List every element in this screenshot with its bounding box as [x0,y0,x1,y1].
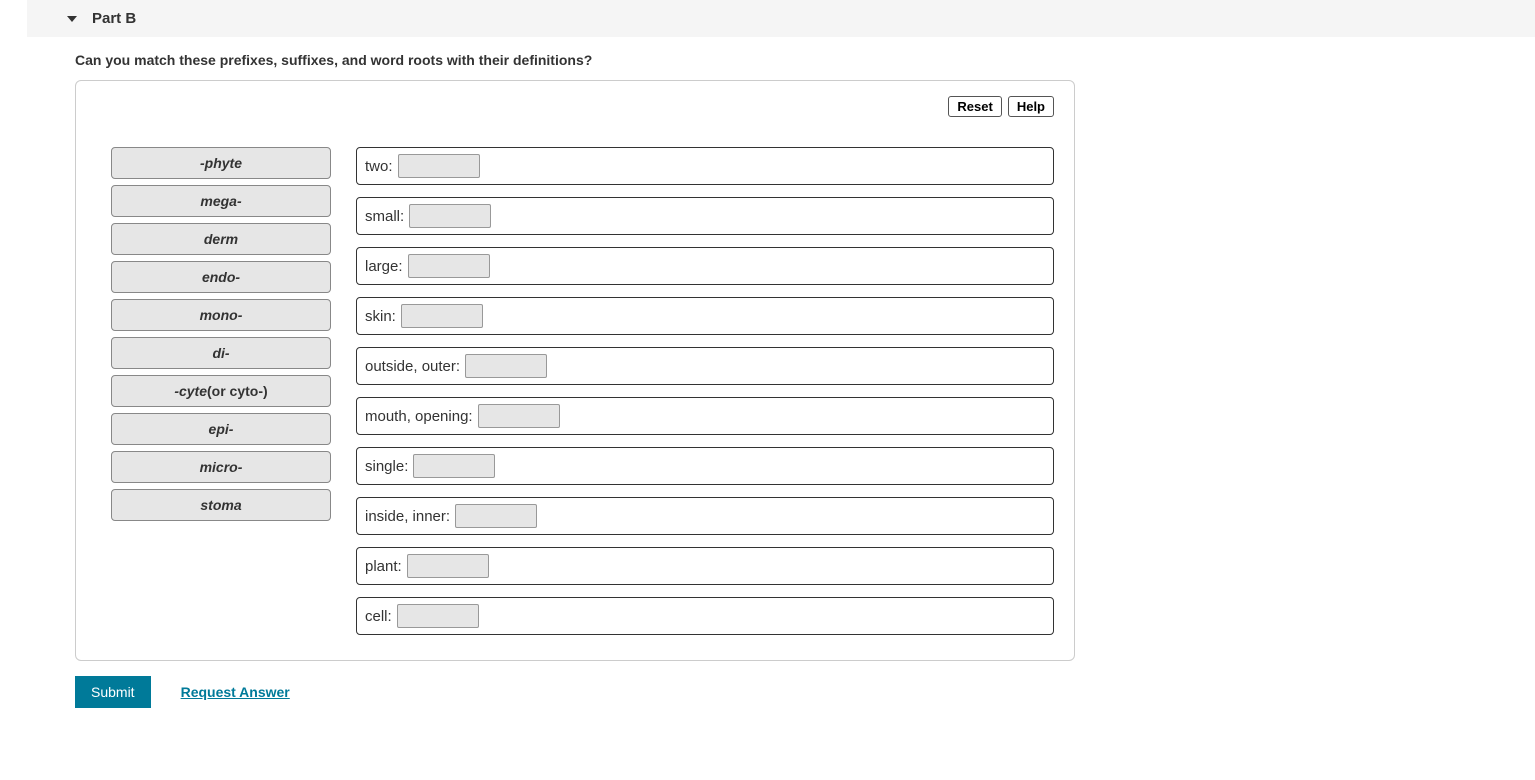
drop-slot[interactable] [409,204,491,228]
definitions-column: two: small: large: skin: outside, outer:… [356,147,1054,635]
term-label: derm [204,231,238,247]
definition-label: small: [365,208,404,225]
term-tile[interactable]: -phyte [111,147,331,179]
request-answer-link[interactable]: Request Answer [181,684,290,700]
drop-slot[interactable] [465,354,547,378]
definition-row: outside, outer: [356,347,1054,385]
term-tile[interactable]: mega- [111,185,331,217]
definition-label: inside, inner: [365,508,450,525]
term-label: endo- [202,269,240,285]
definition-label: large: [365,258,403,275]
submit-button[interactable]: Submit [75,676,151,708]
drop-slot[interactable] [401,304,483,328]
term-tile[interactable]: mono- [111,299,331,331]
definition-row: plant: [356,547,1054,585]
definition-row: inside, inner: [356,497,1054,535]
term-label: -cyte [174,383,207,399]
help-button[interactable]: Help [1008,96,1054,117]
term-label: di- [212,345,229,361]
definition-label: mouth, opening: [365,408,473,425]
definition-row: mouth, opening: [356,397,1054,435]
drop-slot[interactable] [407,554,489,578]
question-prompt: Can you match these prefixes, suffixes, … [0,52,1535,80]
term-tile[interactable]: epi- [111,413,331,445]
term-label: micro- [200,459,243,475]
reset-button[interactable]: Reset [948,96,1001,117]
term-label: mega- [200,193,241,209]
definition-label: two: [365,158,393,175]
term-tile[interactable]: endo- [111,261,331,293]
terms-column: -phyte mega- derm endo- mono- di- -cyte … [111,147,331,521]
term-tile[interactable]: micro- [111,451,331,483]
term-label: mono- [200,307,243,323]
definition-label: cell: [365,608,392,625]
term-label: epi- [209,421,234,437]
term-tile[interactable]: -cyte (or cyto-) [111,375,331,407]
drop-slot[interactable] [398,154,480,178]
part-title: Part B [92,10,136,27]
definition-row: cell: [356,597,1054,635]
definition-label: outside, outer: [365,358,460,375]
term-tile[interactable]: di- [111,337,331,369]
chevron-down-icon [67,16,77,22]
definition-label: skin: [365,308,396,325]
drop-slot[interactable] [397,604,479,628]
part-header[interactable]: Part B [27,0,1535,37]
definition-row: two: [356,147,1054,185]
definition-row: single: [356,447,1054,485]
drop-slot[interactable] [413,454,495,478]
definition-label: plant: [365,558,402,575]
term-label: -phyte [200,155,242,171]
action-bar: Submit Request Answer [75,676,1535,708]
activity-body: -phyte mega- derm endo- mono- di- -cyte … [96,147,1054,635]
drop-slot[interactable] [455,504,537,528]
term-tile[interactable]: stoma [111,489,331,521]
activity-top-buttons: Reset Help [96,96,1054,117]
term-label: stoma [200,497,241,513]
drop-slot[interactable] [478,404,560,428]
drop-slot[interactable] [408,254,490,278]
term-tile[interactable]: derm [111,223,331,255]
activity-panel: Reset Help -phyte mega- derm endo- mono-… [75,80,1075,661]
definition-label: single: [365,458,408,475]
term-label-plain: (or cyto-) [207,383,268,399]
definition-row: large: [356,247,1054,285]
definition-row: skin: [356,297,1054,335]
definition-row: small: [356,197,1054,235]
